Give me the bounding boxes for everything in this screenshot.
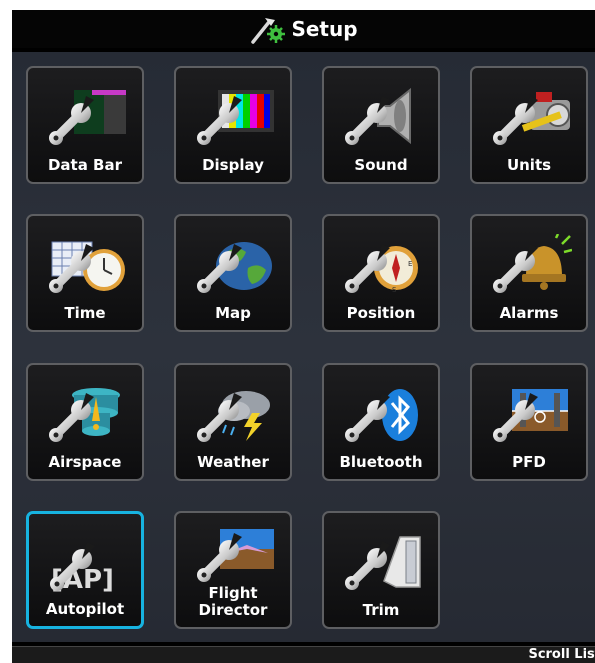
trim-icon xyxy=(344,536,421,593)
tile-label: Map xyxy=(215,304,251,322)
autopilot-icon: [AP] xyxy=(49,532,114,594)
tile-alarms[interactable]: Alarms xyxy=(470,214,588,332)
flight-director-icon xyxy=(196,523,274,585)
tile-sound[interactable]: Sound xyxy=(322,66,440,184)
tile-label: Units xyxy=(506,156,552,174)
setup-screen: Setup Data Bar Display Sound Units Time … xyxy=(12,10,595,663)
tile-label: Display xyxy=(202,156,264,174)
tile-bluetooth[interactable]: Bluetooth xyxy=(322,363,440,481)
data-bar-icon xyxy=(48,90,126,148)
tile-label: Position xyxy=(346,304,416,322)
tile-flight-director[interactable]: Flight Director xyxy=(174,511,292,629)
tile-label: Trim xyxy=(362,601,400,619)
tile-units[interactable]: Units xyxy=(470,66,588,184)
sound-icon xyxy=(344,87,411,148)
tile-position[interactable]: S E Position xyxy=(322,214,440,332)
weather-icon xyxy=(196,383,270,445)
tile-label: Weather xyxy=(197,453,269,471)
tile-label: Autopilot xyxy=(45,600,125,618)
tile-trim[interactable]: Trim xyxy=(322,511,440,629)
tile-label: Alarms xyxy=(499,304,559,322)
tile-data-bar[interactable]: Data Bar xyxy=(26,66,144,184)
tile-time[interactable]: Time xyxy=(26,214,144,332)
svg-text:S: S xyxy=(392,286,397,294)
tile-display[interactable]: Display xyxy=(174,66,292,184)
tile-label: Time xyxy=(64,304,106,322)
airspace-icon xyxy=(48,388,120,445)
tile-label: PFD xyxy=(512,453,546,471)
tile-map[interactable]: Map xyxy=(174,214,292,332)
scroll-list-label[interactable]: Scroll List xyxy=(528,647,595,663)
map-icon xyxy=(196,234,272,296)
tile-label: Data Bar xyxy=(47,156,123,174)
alarms-icon xyxy=(492,234,572,296)
units-icon xyxy=(492,86,570,148)
pfd-icon xyxy=(492,383,568,445)
tile-airspace[interactable]: Airspace xyxy=(26,363,144,481)
tile-label: Airspace xyxy=(48,453,122,471)
tile-label: Flight Director xyxy=(198,584,268,619)
page-title: Setup xyxy=(291,17,358,41)
position-icon: S E xyxy=(344,234,418,296)
setup-grid: Data Bar Display Sound Units Time Map S … xyxy=(12,52,595,642)
svg-text:E: E xyxy=(408,260,412,268)
tile-autopilot[interactable]: [AP] Autopilot xyxy=(26,511,144,629)
tile-pfd[interactable]: PFD xyxy=(470,363,588,481)
time-icon xyxy=(48,234,125,296)
tile-label: Sound xyxy=(354,156,408,174)
display-icon xyxy=(196,90,274,148)
title-bar: Setup xyxy=(12,10,595,48)
setup-tools-icon xyxy=(251,18,286,44)
bluetooth-icon xyxy=(344,383,418,445)
bottom-softkey-bar: Scroll List xyxy=(12,646,595,663)
tile-weather[interactable]: Weather xyxy=(174,363,292,481)
tile-label: Bluetooth xyxy=(339,453,423,471)
